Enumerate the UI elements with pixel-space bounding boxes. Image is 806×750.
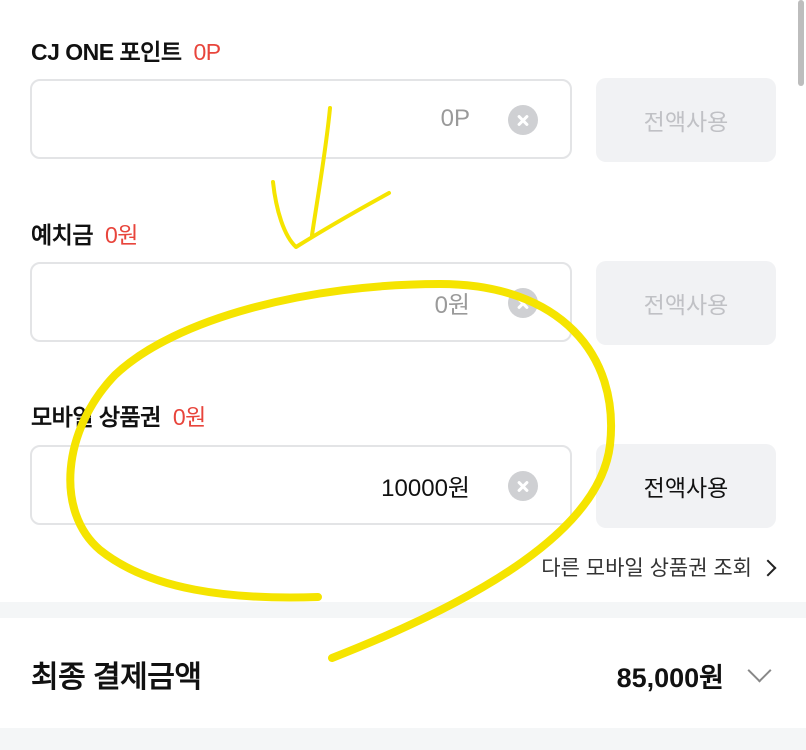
cj-one-available-amount: 0P [193, 39, 222, 65]
chevron-down-icon[interactable] [747, 658, 772, 683]
final-payment-amount: 85,000원 [616, 663, 724, 693]
chevron-right-icon [759, 559, 777, 577]
deposit-label: 예치금 [31, 222, 93, 248]
deposit-use-all-button[interactable]: 전액사용 [596, 261, 776, 345]
mobile-gift-input[interactable]: 10000원 [30, 445, 572, 525]
cj-one-input-value: 0P [440, 105, 470, 132]
deposit-available-amount: 0원 [104, 222, 138, 248]
footer-strip [0, 728, 806, 750]
deposit-input-value: 0원 [434, 291, 470, 319]
cj-one-section-label: CJ ONE 포인트 0P [31, 33, 221, 67]
other-mobile-gift-link-label: 다른 모바일 상품권 조회 [541, 557, 752, 580]
section-divider [0, 602, 806, 618]
annotation-arrow-head [271, 180, 391, 249]
mobile-gift-use-all-button[interactable]: 전액사용 [596, 444, 776, 528]
other-mobile-gift-link[interactable]: 다른 모바일 상품권 조회 [541, 552, 777, 582]
deposit-input[interactable]: 0원 [30, 262, 572, 342]
cj-one-points-input[interactable]: 0P [30, 79, 572, 159]
clear-icon[interactable] [508, 105, 538, 135]
clear-icon[interactable] [508, 288, 538, 318]
mobile-gift-available-amount: 0원 [172, 404, 206, 430]
cj-one-use-all-button[interactable]: 전액사용 [596, 78, 776, 162]
mobile-gift-section-label: 모바일 상품권 0원 [31, 398, 206, 432]
cj-one-label: CJ ONE 포인트 [31, 39, 182, 65]
mobile-gift-label: 모바일 상품권 [31, 404, 161, 430]
final-payment-title[interactable]: 최종 결제금액 [31, 652, 202, 696]
clear-icon[interactable] [508, 471, 538, 501]
mobile-gift-input-value: 10000원 [381, 474, 470, 502]
scrollbar[interactable] [798, 0, 804, 86]
deposit-section-label: 예치금 0원 [31, 216, 138, 250]
